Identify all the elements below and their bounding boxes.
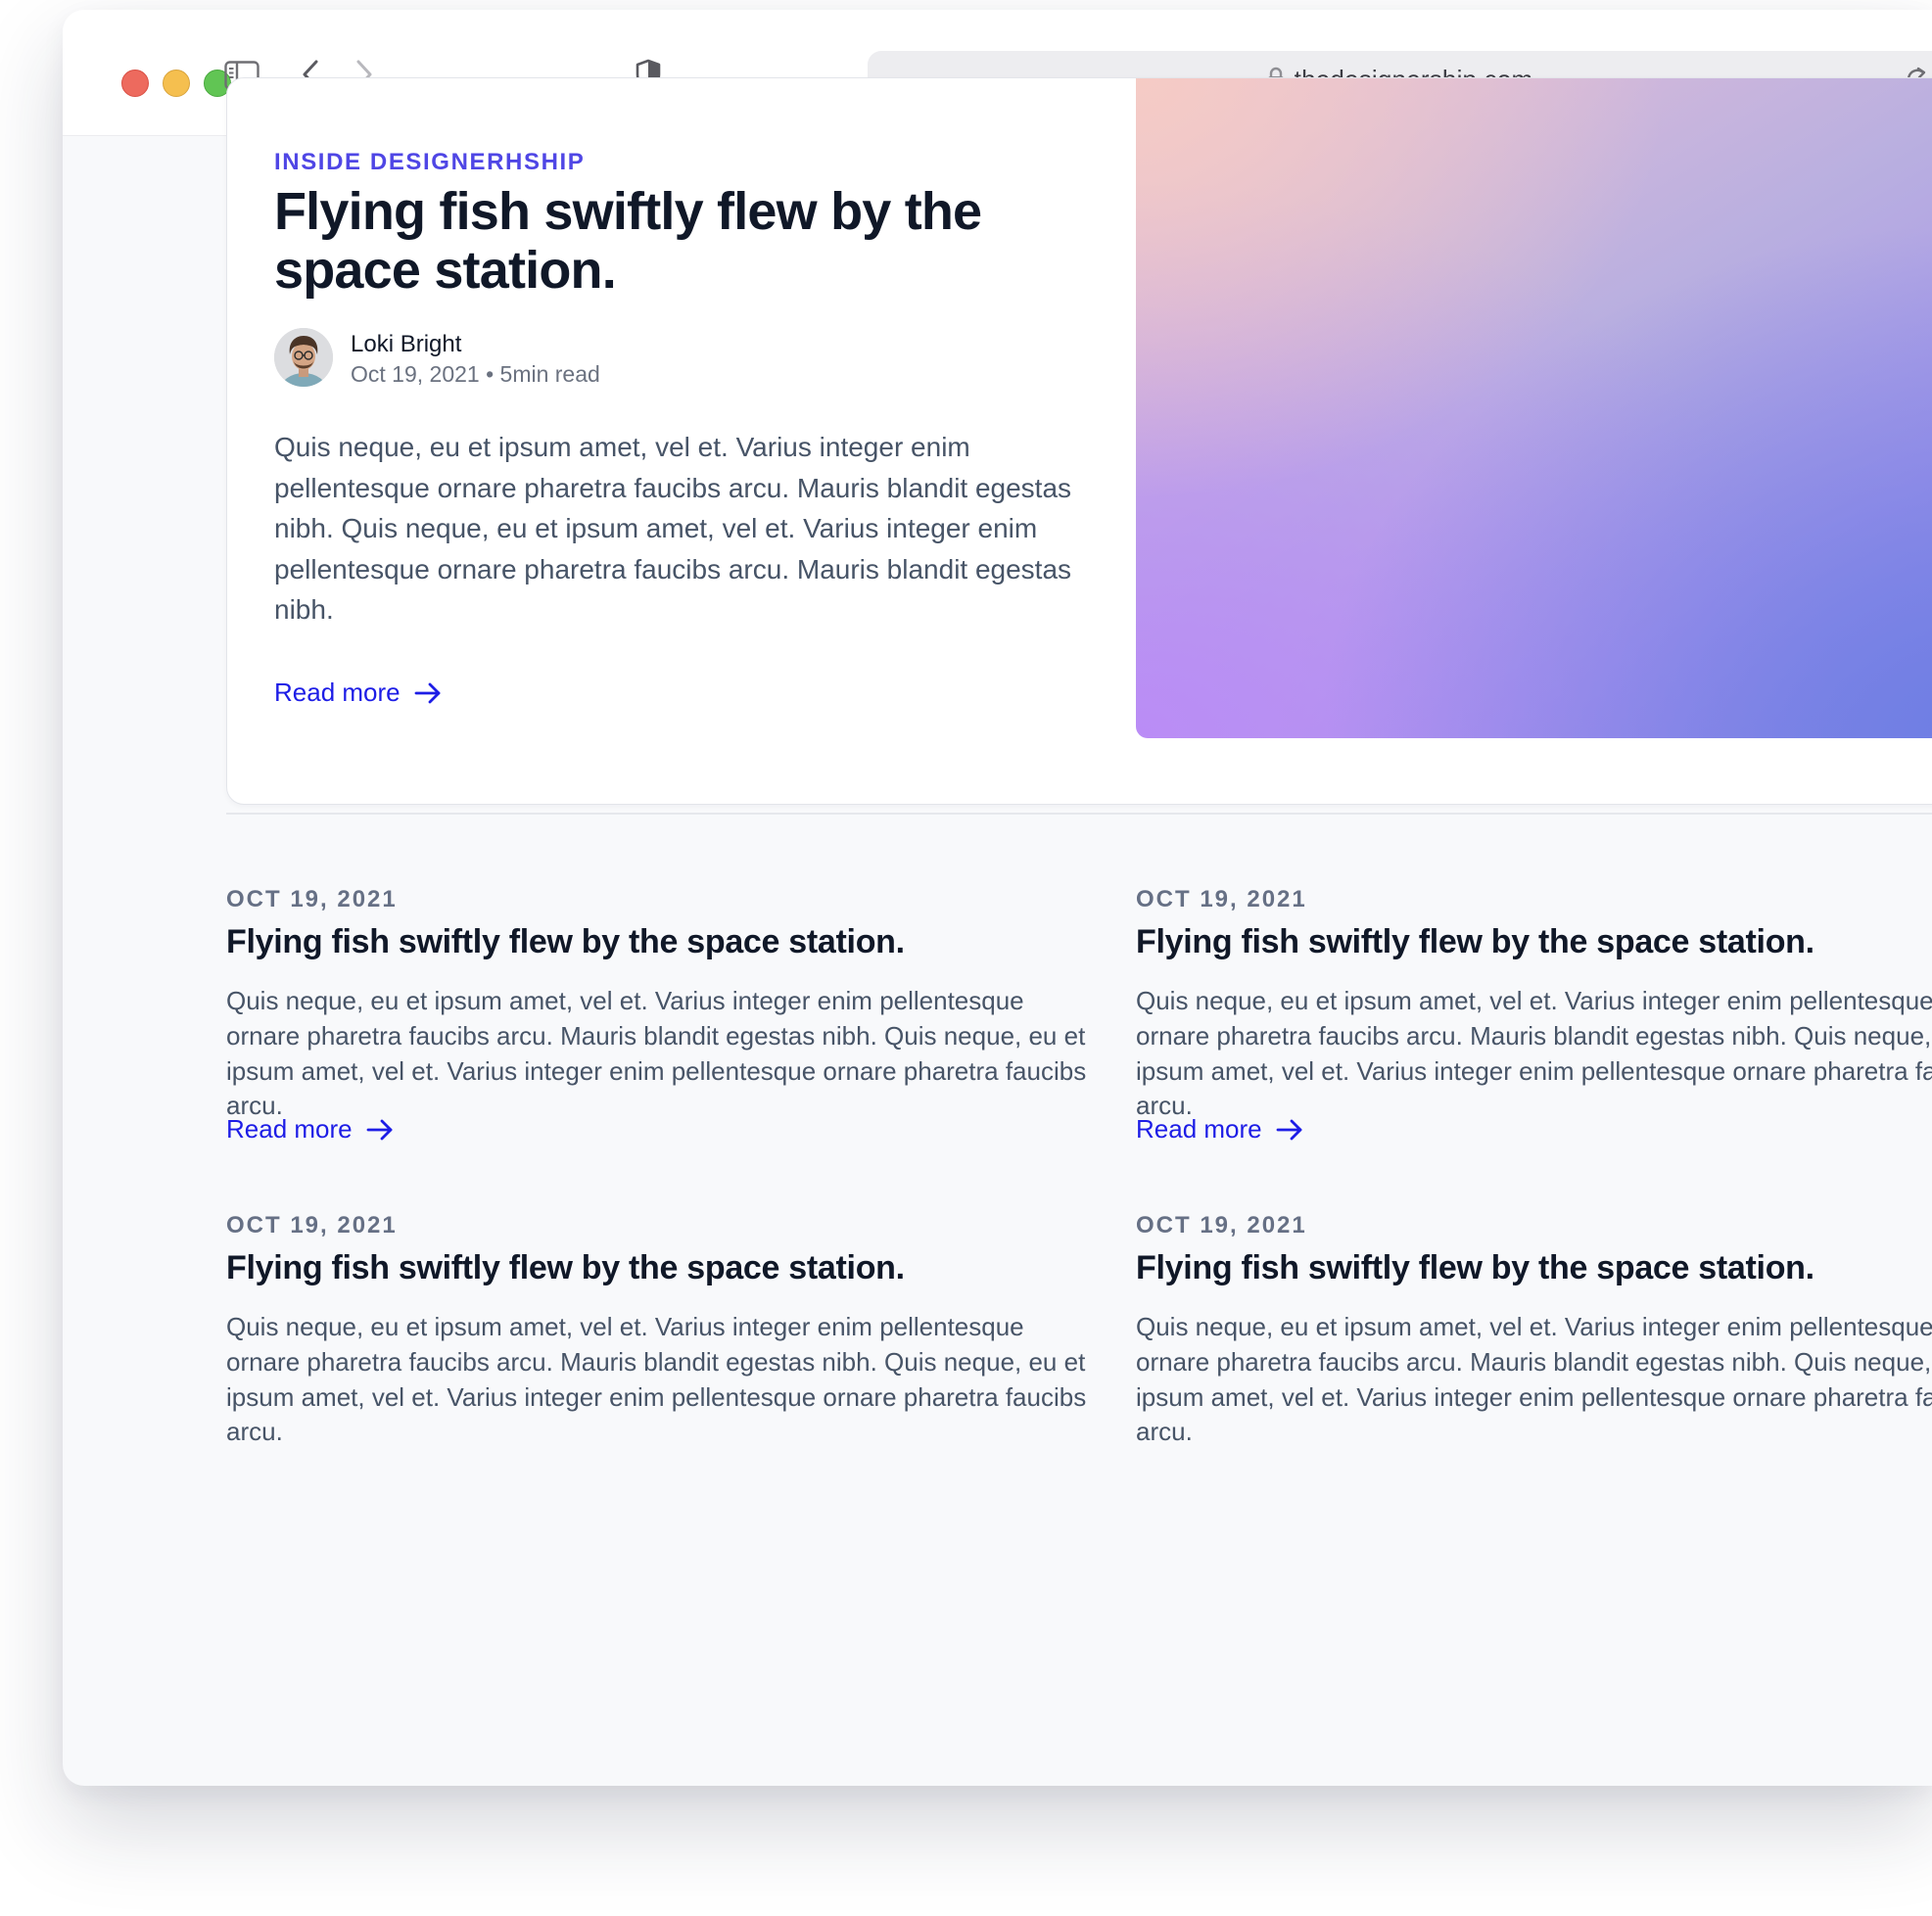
post-excerpt: Quis neque, eu et ipsum amet, vel et. Va… [1136, 986, 1932, 1121]
post-excerpt: Quis neque, eu et ipsum amet, vel et. Va… [226, 1312, 1087, 1447]
post-title[interactable]: Flying fish swiftly flew by the space st… [1136, 923, 1814, 961]
post-date: OCT 19, 2021 [226, 886, 398, 912]
featured-post-image[interactable] [1136, 78, 1932, 738]
author-name[interactable]: Loki Bright [351, 331, 461, 358]
browser-window: thedesignership.com INSIDE DESIGNERHSHIP… [63, 10, 1932, 1786]
read-more-label: Read more [274, 678, 401, 707]
page-content: INSIDE DESIGNERHSHIP Flying fish swiftly… [63, 77, 1932, 1786]
post-title[interactable]: Flying fish swiftly flew by the space st… [226, 1249, 905, 1287]
post-card: OCT 19, 2021 Flying fish swiftly flew by… [1136, 886, 1932, 1160]
post-card: OCT 19, 2021 Flying fish swiftly flew by… [1136, 1212, 1932, 1447]
avatar [274, 328, 333, 387]
post-category: INSIDE DESIGNERHSHIP [274, 149, 586, 175]
read-more-label: Read more [226, 1114, 353, 1144]
post-meta: Oct 19, 2021 • 5min read [351, 361, 600, 387]
arrow-right-icon [366, 1119, 393, 1140]
post-excerpt: Quis neque, eu et ipsum amet, vel et. Va… [1136, 1312, 1932, 1447]
post-date: OCT 19, 2021 [226, 1212, 398, 1238]
post-title[interactable]: Flying fish swiftly flew by the space st… [226, 923, 905, 961]
read-more-link[interactable]: Read more [274, 678, 442, 708]
post-title[interactable]: Flying fish swiftly flew by the space st… [1136, 1249, 1814, 1287]
minimize-window-button[interactable] [163, 70, 190, 97]
featured-post-excerpt: Quis neque, eu et ipsum amet, vel et. Va… [274, 432, 1072, 626]
close-window-button[interactable] [121, 70, 149, 97]
author-photo [274, 328, 333, 387]
post-card: OCT 19, 2021 Flying fish swiftly flew by… [226, 1212, 1088, 1447]
featured-post-title[interactable]: Flying fish swiftly flew by the space st… [274, 182, 1116, 300]
section-divider [226, 813, 1932, 815]
post-excerpt: Quis neque, eu et ipsum amet, vel et. Va… [226, 986, 1087, 1121]
read-more-label: Read more [1136, 1114, 1262, 1144]
post-date: OCT 19, 2021 [1136, 886, 1307, 912]
arrow-right-icon [414, 682, 441, 703]
arrow-right-icon [1276, 1119, 1302, 1140]
read-more-link[interactable]: Read more [1136, 1114, 1303, 1145]
featured-post-card: INSIDE DESIGNERHSHIP Flying fish swiftly… [226, 77, 1932, 805]
post-date: OCT 19, 2021 [1136, 1212, 1307, 1238]
read-more-link[interactable]: Read more [226, 1114, 394, 1145]
post-card: OCT 19, 2021 Flying fish swiftly flew by… [226, 886, 1088, 1160]
